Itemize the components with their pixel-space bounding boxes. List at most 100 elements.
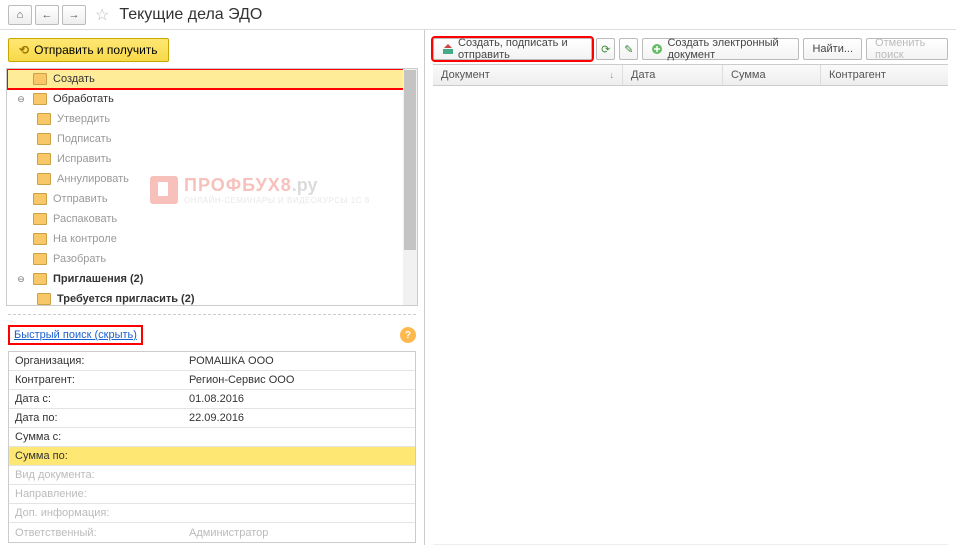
folder-icon	[37, 153, 51, 165]
field-label: Сумма с:	[9, 431, 189, 443]
tree-label: На контроле	[53, 233, 117, 245]
tree-item-process[interactable]: ⊖ Обработать	[7, 89, 417, 109]
folder-icon	[33, 233, 47, 245]
field-label: Вид документа:	[9, 469, 189, 481]
field-responsible[interactable]: Ответственный: Администратор	[9, 523, 415, 542]
quick-search-link[interactable]: Быстрый поиск (скрыть)	[8, 325, 143, 345]
field-label: Доп. информация:	[9, 507, 189, 519]
pencil-icon: ✎	[624, 43, 633, 56]
column-date[interactable]: Дата	[623, 65, 723, 85]
folder-icon	[33, 253, 47, 265]
collapse-icon[interactable]: ⊖	[15, 274, 27, 285]
field-direction[interactable]: Направление:	[9, 485, 415, 504]
tree-label: Утвердить	[57, 113, 110, 125]
button-label: Отменить поиск	[875, 37, 939, 61]
field-value: Регион-Сервис ООО	[189, 374, 415, 386]
tree-item-invitations[interactable]: ⊖ Приглашения (2)	[7, 269, 417, 289]
sort-desc-icon: ↓	[610, 70, 615, 80]
folder-icon	[37, 173, 51, 185]
field-date-from[interactable]: Дата с: 01.08.2016	[9, 390, 415, 409]
folder-tree: Создать ⊖ Обработать Утвердить Подписать	[6, 68, 418, 306]
field-label: Сумма по:	[9, 450, 189, 462]
tree-scrollbar[interactable]	[403, 69, 417, 305]
field-sum-from[interactable]: Сумма с:	[9, 428, 415, 447]
column-sum[interactable]: Сумма	[723, 65, 821, 85]
back-button[interactable]: ←	[35, 5, 59, 25]
tree-item-approve[interactable]: Утвердить	[7, 109, 417, 129]
cancel-search-button[interactable]: Отменить поиск	[866, 38, 948, 60]
forward-button[interactable]: →	[62, 5, 86, 25]
field-label: Направление:	[9, 488, 189, 500]
add-icon	[651, 43, 663, 55]
field-date-to[interactable]: Дата по: 22.09.2016	[9, 409, 415, 428]
tree-label: Создать	[53, 73, 95, 85]
field-value: 01.08.2016	[189, 393, 415, 405]
field-org[interactable]: Организация: РОМАШКА ООО	[9, 352, 415, 371]
find-button[interactable]: Найти...	[803, 38, 862, 60]
home-button[interactable]: ⌂	[8, 5, 32, 25]
tree-label: Требуется пригласить (2)	[57, 293, 195, 305]
field-doctype[interactable]: Вид документа:	[9, 466, 415, 485]
refresh-icon: ⟳	[601, 43, 610, 56]
button-label: Найти...	[812, 43, 853, 55]
column-document[interactable]: Документ ↓	[433, 65, 623, 85]
tree-item-parse[interactable]: Разобрать	[7, 249, 417, 269]
collapse-icon[interactable]: ⊖	[15, 94, 27, 105]
folder-icon	[37, 133, 51, 145]
tree-label: Разобрать	[53, 253, 106, 265]
button-label: Создать электронный документ	[667, 37, 790, 61]
field-contragent[interactable]: Контрагент: Регион-Сервис ООО	[9, 371, 415, 390]
edit-button[interactable]: ✎	[619, 38, 638, 60]
tree-item-create[interactable]: Создать	[7, 69, 417, 89]
column-contragent[interactable]: Контрагент	[821, 65, 948, 85]
help-icon[interactable]: ?	[400, 327, 416, 343]
create-sign-send-button[interactable]: Создать, подписать и отправить	[433, 38, 592, 60]
send-receive-label: Отправить и получить	[34, 43, 158, 57]
tree-item-fix[interactable]: Исправить	[7, 149, 417, 169]
tree-label: Аннулировать	[57, 173, 129, 185]
folder-icon	[33, 93, 47, 105]
column-label: Контрагент	[829, 69, 886, 81]
refresh-button[interactable]: ⟳	[596, 38, 615, 60]
folder-icon	[37, 293, 51, 305]
signature-icon	[442, 43, 454, 55]
tree-item-cancel[interactable]: Аннулировать	[7, 169, 417, 189]
create-edoc-button[interactable]: Создать электронный документ	[642, 38, 799, 60]
tree-item-unpack[interactable]: Распаковать	[7, 209, 417, 229]
table-body	[433, 86, 948, 545]
page-title: Текущие дела ЭДО	[119, 6, 262, 24]
field-value: 22.09.2016	[189, 412, 415, 424]
table-header: Документ ↓ Дата Сумма Контрагент	[433, 64, 948, 86]
column-label: Сумма	[731, 69, 766, 81]
field-label: Ответственный:	[9, 527, 189, 539]
field-value: Администратор	[189, 527, 415, 539]
sync-icon: ⟲	[19, 43, 29, 57]
tree-label: Распаковать	[53, 213, 117, 225]
tree-item-send[interactable]: Отправить	[7, 189, 417, 209]
field-label: Контрагент:	[9, 374, 189, 386]
favorite-icon[interactable]: ☆	[95, 5, 109, 25]
filter-fields: Организация: РОМАШКА ООО Контрагент: Рег…	[8, 351, 416, 543]
tree-label: Подписать	[57, 133, 111, 145]
field-addinfo[interactable]: Доп. информация:	[9, 504, 415, 523]
column-label: Документ	[441, 69, 490, 81]
button-label: Создать, подписать и отправить	[458, 37, 583, 61]
tree-item-control[interactable]: На контроле	[7, 229, 417, 249]
separator	[8, 314, 416, 315]
tree-label: Приглашения (2)	[53, 273, 143, 285]
tree-label: Обработать	[53, 93, 114, 105]
folder-icon	[33, 73, 47, 85]
right-toolbar: Создать, подписать и отправить ⟳ ✎ Созда…	[425, 30, 956, 64]
folder-icon	[33, 193, 47, 205]
folder-icon	[37, 113, 51, 125]
field-value: РОМАШКА ООО	[189, 355, 415, 367]
field-label: Дата с:	[9, 393, 189, 405]
folder-icon	[33, 273, 47, 285]
send-receive-button[interactable]: ⟲ Отправить и получить	[8, 38, 169, 62]
field-sum-to[interactable]: Сумма по:	[9, 447, 415, 466]
tree-label: Исправить	[57, 153, 111, 165]
column-label: Дата	[631, 69, 655, 81]
tree-item-sign[interactable]: Подписать	[7, 129, 417, 149]
field-label: Дата по:	[9, 412, 189, 424]
tree-item-need-invite[interactable]: Требуется пригласить (2)	[7, 289, 417, 306]
